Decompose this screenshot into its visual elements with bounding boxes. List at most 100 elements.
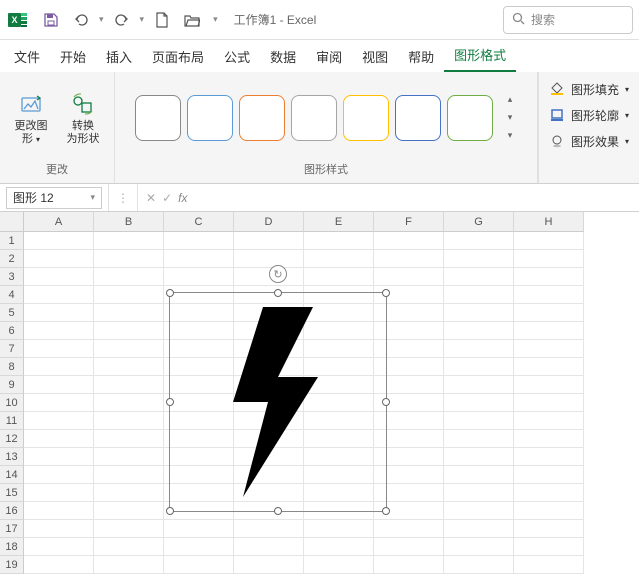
- cell[interactable]: [444, 376, 514, 394]
- col-header-H[interactable]: H: [514, 212, 584, 232]
- row-header-14[interactable]: 14: [0, 466, 24, 484]
- cell[interactable]: [444, 358, 514, 376]
- cell[interactable]: [444, 250, 514, 268]
- cell[interactable]: [94, 412, 164, 430]
- cells-area[interactable]: ↻: [24, 232, 639, 574]
- row-header-15[interactable]: 15: [0, 484, 24, 502]
- cell[interactable]: [94, 358, 164, 376]
- cell[interactable]: [444, 322, 514, 340]
- fx-icon[interactable]: fx: [178, 191, 187, 205]
- cell[interactable]: [444, 520, 514, 538]
- cell[interactable]: [24, 232, 94, 250]
- cell[interactable]: [94, 340, 164, 358]
- row-header-11[interactable]: 11: [0, 412, 24, 430]
- cell[interactable]: [514, 448, 584, 466]
- cell[interactable]: [514, 376, 584, 394]
- row-header-13[interactable]: 13: [0, 448, 24, 466]
- cell[interactable]: [444, 232, 514, 250]
- style-swatch-5[interactable]: [395, 95, 441, 141]
- col-header-B[interactable]: B: [94, 212, 164, 232]
- tab-review[interactable]: 审阅: [306, 41, 352, 72]
- cell[interactable]: [444, 448, 514, 466]
- cell[interactable]: [94, 268, 164, 286]
- cell[interactable]: [514, 250, 584, 268]
- style-swatch-2[interactable]: [239, 95, 285, 141]
- resize-handle-tl[interactable]: [166, 289, 174, 297]
- row-header-6[interactable]: 6: [0, 322, 24, 340]
- cell[interactable]: [514, 232, 584, 250]
- lightning-bolt-icon[interactable]: [223, 307, 333, 497]
- cell[interactable]: [94, 304, 164, 322]
- cell[interactable]: [24, 358, 94, 376]
- qat-dropdown-icon[interactable]: ▾: [99, 14, 104, 25]
- qat-dropdown-icon[interactable]: ▾: [213, 14, 218, 25]
- row-header-16[interactable]: 16: [0, 502, 24, 520]
- row-header-9[interactable]: 9: [0, 376, 24, 394]
- cell[interactable]: [234, 250, 304, 268]
- cell[interactable]: [94, 520, 164, 538]
- style-swatch-6[interactable]: [447, 95, 493, 141]
- more-icon[interactable]: ⋮: [113, 191, 133, 205]
- save-button[interactable]: [38, 7, 64, 33]
- cell[interactable]: [514, 286, 584, 304]
- gallery-scroll-up[interactable]: ▴: [503, 93, 517, 107]
- cell[interactable]: [374, 520, 444, 538]
- cell[interactable]: [94, 448, 164, 466]
- row-header-4[interactable]: 4: [0, 286, 24, 304]
- tab-page-layout[interactable]: 页面布局: [142, 41, 214, 72]
- rotate-handle[interactable]: ↻: [269, 265, 287, 283]
- row-header-17[interactable]: 17: [0, 520, 24, 538]
- shape-selection-frame[interactable]: ↻: [169, 292, 387, 512]
- cell[interactable]: [164, 250, 234, 268]
- cell[interactable]: [514, 520, 584, 538]
- resize-handle-ml[interactable]: [166, 398, 174, 406]
- cell[interactable]: [24, 340, 94, 358]
- row-header-19[interactable]: 19: [0, 556, 24, 574]
- cell[interactable]: [444, 340, 514, 358]
- cell[interactable]: [514, 556, 584, 574]
- cell[interactable]: [444, 484, 514, 502]
- col-header-G[interactable]: G: [444, 212, 514, 232]
- cell[interactable]: [94, 232, 164, 250]
- cell[interactable]: [444, 268, 514, 286]
- cell[interactable]: [94, 502, 164, 520]
- cell[interactable]: [304, 538, 374, 556]
- undo-button[interactable]: [68, 7, 94, 33]
- row-header-5[interactable]: 5: [0, 304, 24, 322]
- cell[interactable]: [164, 520, 234, 538]
- cell[interactable]: [94, 394, 164, 412]
- tab-file[interactable]: 文件: [4, 41, 50, 72]
- convert-to-shape-button[interactable]: 转换 为形状: [60, 82, 106, 154]
- cell[interactable]: [514, 358, 584, 376]
- cell[interactable]: [444, 286, 514, 304]
- cell[interactable]: [24, 268, 94, 286]
- resize-handle-bm[interactable]: [274, 507, 282, 515]
- cell[interactable]: [94, 466, 164, 484]
- style-swatch-3[interactable]: [291, 95, 337, 141]
- cell[interactable]: [94, 322, 164, 340]
- cell[interactable]: [304, 556, 374, 574]
- col-header-E[interactable]: E: [304, 212, 374, 232]
- cell[interactable]: [514, 538, 584, 556]
- cell[interactable]: [94, 430, 164, 448]
- row-header-18[interactable]: 18: [0, 538, 24, 556]
- tab-data[interactable]: 数据: [260, 41, 306, 72]
- cell[interactable]: [164, 268, 234, 286]
- cell[interactable]: [514, 412, 584, 430]
- resize-handle-tr[interactable]: [382, 289, 390, 297]
- style-swatch-4[interactable]: [343, 95, 389, 141]
- cell[interactable]: [94, 250, 164, 268]
- cell[interactable]: [514, 340, 584, 358]
- row-header-2[interactable]: 2: [0, 250, 24, 268]
- tab-help[interactable]: 帮助: [398, 41, 444, 72]
- cell[interactable]: [234, 556, 304, 574]
- col-header-C[interactable]: C: [164, 212, 234, 232]
- style-swatch-0[interactable]: [135, 95, 181, 141]
- cell[interactable]: [24, 250, 94, 268]
- cell[interactable]: [164, 232, 234, 250]
- cancel-icon[interactable]: ✕: [146, 191, 156, 205]
- cell[interactable]: [24, 502, 94, 520]
- resize-handle-bl[interactable]: [166, 507, 174, 515]
- tab-insert[interactable]: 插入: [96, 41, 142, 72]
- cell[interactable]: [514, 484, 584, 502]
